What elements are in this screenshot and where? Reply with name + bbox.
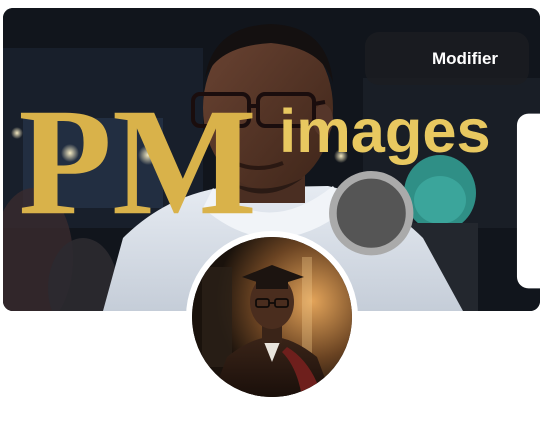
- avatar[interactable]: [186, 231, 358, 403]
- watermark-text: PM: [18, 77, 256, 247]
- camera-icon: [396, 46, 540, 289]
- avatar-image: [192, 237, 352, 397]
- profile-header: PM images Modifier: [0, 0, 543, 422]
- edit-cover-button[interactable]: Modifier: [365, 32, 540, 289]
